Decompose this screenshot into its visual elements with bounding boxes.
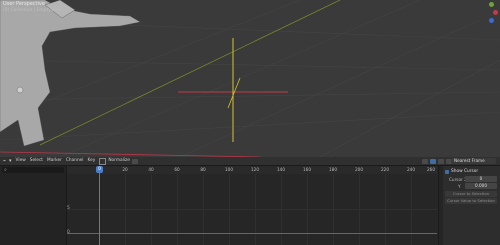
menu-marker[interactable]: Marker	[47, 157, 62, 165]
menu-channel[interactable]: Channel	[66, 157, 84, 165]
show-cursor-label: Show Cursor	[451, 169, 479, 174]
channels-region: ⌕	[0, 166, 67, 245]
show-cursor-toggle[interactable]: Show Cursor	[445, 169, 478, 174]
character-mesh	[0, 0, 141, 147]
cursor-to-selection-button[interactable]: Cursor to Selection	[445, 191, 497, 197]
editor-type-icon[interactable]: ⌁	[3, 158, 6, 164]
graph-area[interactable]: 5 0 20 40 60 80 100 120 140 160 180 200 …	[67, 166, 437, 245]
ruler-tick: 20	[122, 167, 128, 172]
graph-editor: ⌁ ▾ View Select Marker Channel Key Norma…	[0, 157, 500, 245]
viewport-grid	[0, 0, 500, 157]
playhead[interactable]	[99, 173, 100, 245]
menu-select[interactable]: Select	[30, 157, 43, 165]
filter-icon[interactable]	[422, 158, 428, 164]
normalize-toggle[interactable]: Normalize	[99, 157, 130, 165]
ruler-tick: 160	[303, 167, 311, 172]
3d-viewport[interactable]: User Perspective (0) Collection | Empty.…	[0, 0, 500, 157]
ruler-tick: 180	[329, 167, 337, 172]
ruler-tick: 220	[381, 167, 389, 172]
cursor-y-field[interactable]: 0.000	[465, 183, 497, 189]
ruler-tick: 120	[251, 167, 259, 172]
sidebar-panel: Show Cursor Cursor X 0 Y 0.000 Cursor to…	[438, 166, 500, 245]
sidebar-tabs[interactable]	[439, 166, 443, 245]
ruler-tick: 80	[200, 167, 206, 172]
cursor-value-to-selection-button[interactable]: Cursor Value to Selection	[445, 198, 497, 204]
y-label-0: 0	[67, 230, 70, 235]
ruler-tick: 100	[225, 167, 233, 172]
snap-mode-dropdown[interactable]: Nearest Frame	[451, 158, 496, 164]
menu-key[interactable]: Key	[88, 157, 96, 165]
ruler-tick: 240	[407, 167, 415, 172]
frame-ruler[interactable]: 20 40 60 80 100 120 140 160 180 200 220 …	[67, 166, 437, 174]
y-axis-gizmo-icon[interactable]	[489, 2, 494, 7]
checkbox-checked-icon	[445, 169, 449, 174]
pivot-icon[interactable]	[438, 158, 444, 164]
channel-search-input[interactable]: ⌕	[2, 167, 64, 173]
normalize-label: Normalize	[108, 158, 130, 163]
current-frame-indicator[interactable]: 0	[96, 166, 103, 173]
normalize-checkbox-icon	[99, 157, 107, 165]
refresh-icon[interactable]	[131, 158, 138, 164]
cursor-x-field[interactable]: 0	[465, 176, 497, 182]
ruler-tick: 60	[174, 167, 180, 172]
ruler-tick: 40	[148, 167, 154, 172]
x-axis-gizmo-icon[interactable]	[493, 10, 498, 15]
chevron-down-icon[interactable]: ▾	[9, 158, 12, 164]
ruler-tick: 140	[277, 167, 285, 172]
grid-hline	[67, 209, 437, 210]
y-label-5: 5	[67, 206, 70, 211]
ruler-tick: 200	[355, 167, 363, 172]
cursor-y-line	[67, 233, 437, 234]
empty-y-line	[227, 77, 241, 109]
cursor-y-label: Y	[458, 184, 461, 189]
menu-view[interactable]: View	[16, 157, 26, 165]
navigation-gizmo[interactable]	[486, 2, 498, 26]
viewport-subtitle: (0) Collection | Empty.003	[3, 8, 60, 13]
only-selected-icon[interactable]	[430, 158, 436, 164]
viewport-title: User Perspective	[3, 1, 45, 7]
editor-header: ⌁ ▾ View Select Marker Channel Key Norma…	[0, 157, 500, 166]
z-axis-gizmo-icon[interactable]	[489, 18, 494, 23]
ruler-tick: 260	[427, 167, 435, 172]
